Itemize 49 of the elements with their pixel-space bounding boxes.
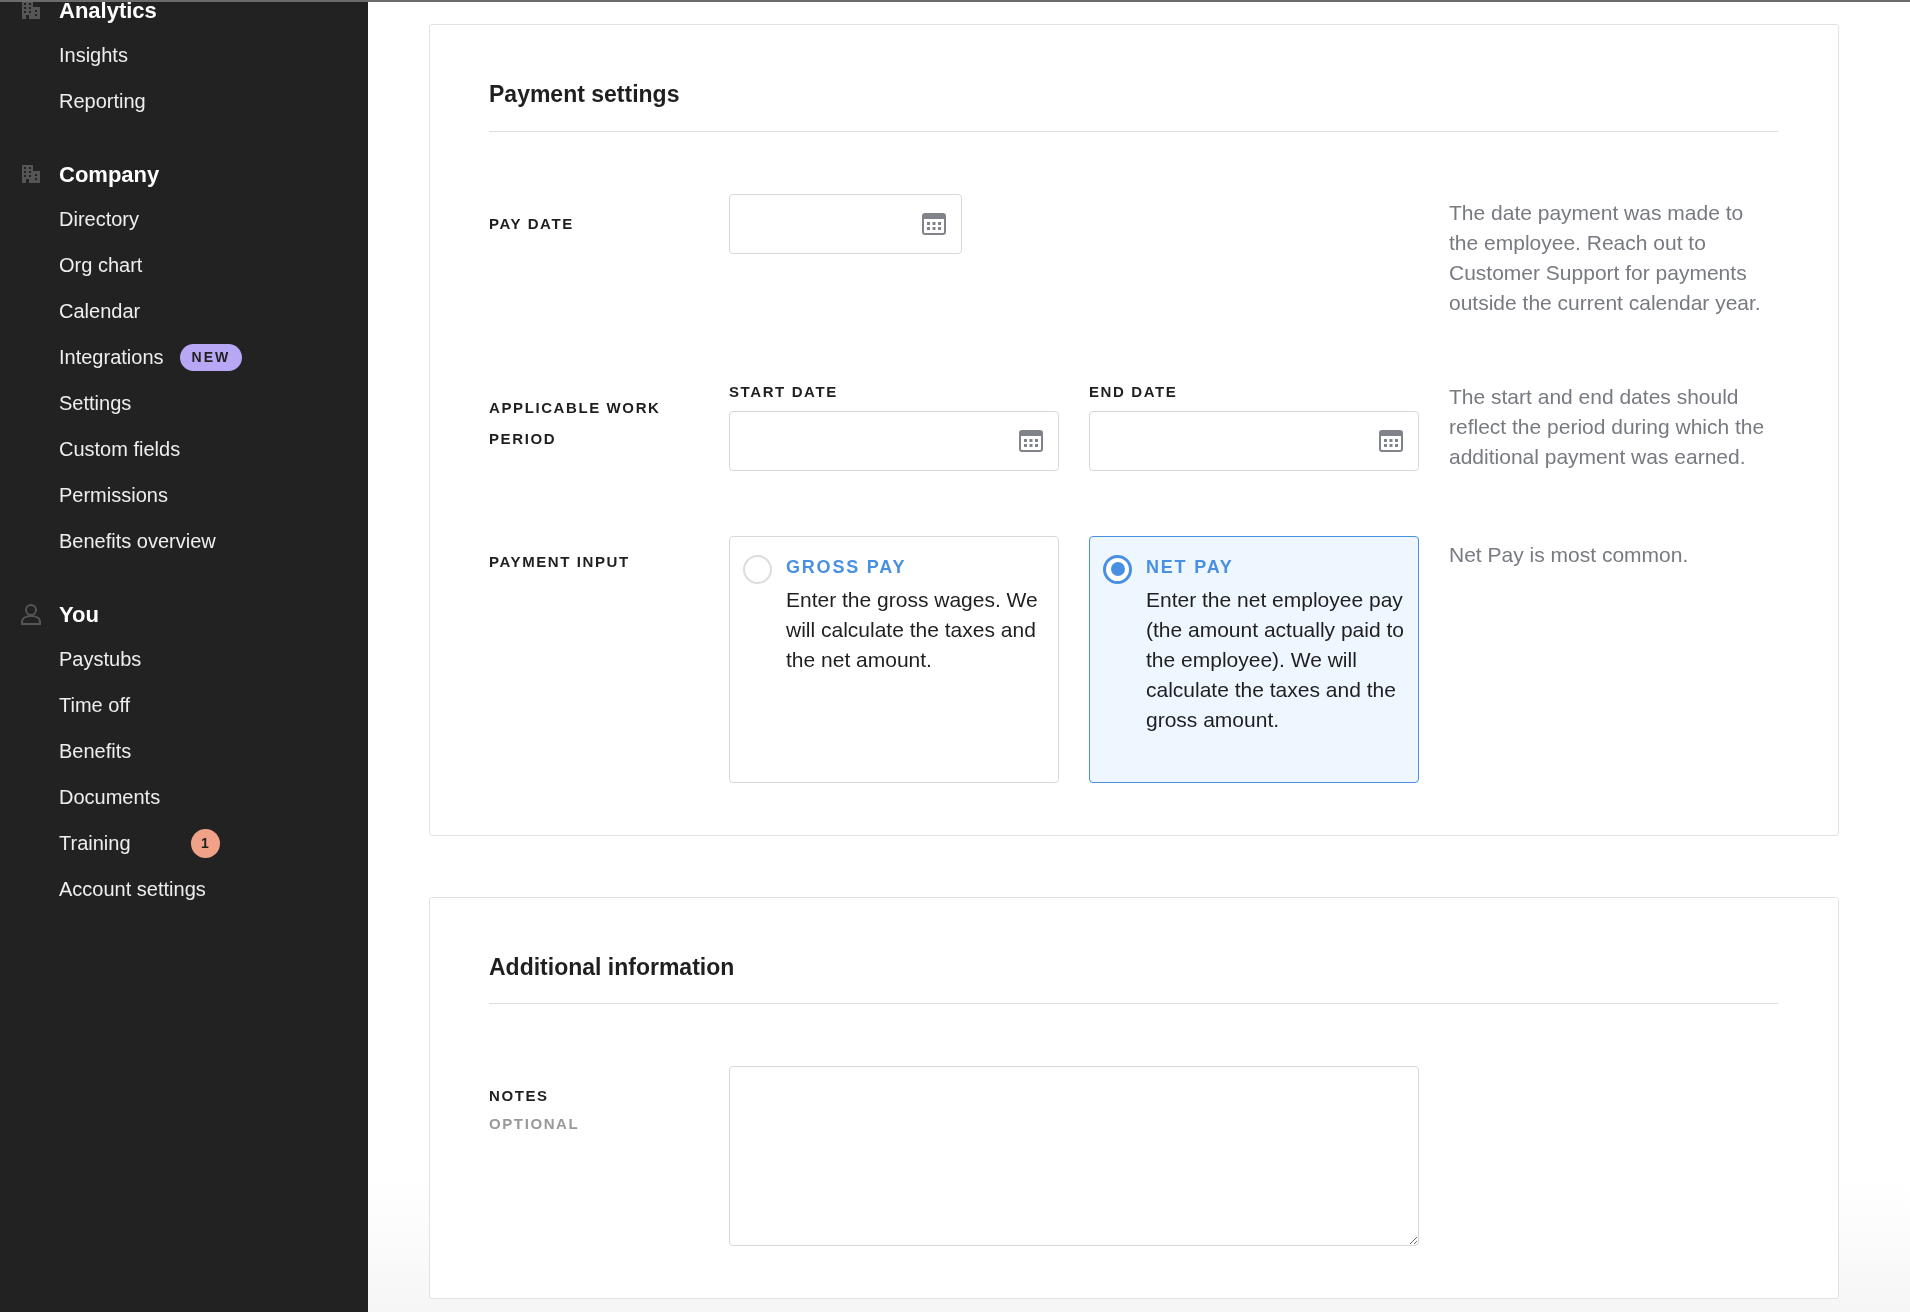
calendar-icon[interactable] bbox=[1378, 427, 1404, 454]
section-heading: Company bbox=[59, 160, 160, 189]
field-label: APPLICABLE WORK PERIOD bbox=[489, 397, 662, 449]
radio-option-card[interactable]: GROSS PAY Enter the gross wages. We will calculate the taxes and the net amount. bbox=[729, 535, 1059, 783]
nav-link[interactable]: Directory bbox=[59, 204, 139, 234]
nav-link[interactable]: Permissions bbox=[59, 480, 168, 510]
option-title: NET PAY bbox=[1146, 555, 1235, 579]
nav-link[interactable]: Custom fields bbox=[59, 434, 181, 464]
field-label: PAYMENT INPUT bbox=[489, 551, 631, 572]
option-title: GROSS PAY bbox=[786, 555, 908, 579]
nav-link[interactable]: Documents bbox=[59, 782, 161, 812]
nav-link[interactable]: Integrations bbox=[59, 342, 164, 372]
nav-link[interactable]: Settings bbox=[59, 388, 132, 418]
nav-link[interactable]: Paystubs bbox=[59, 644, 142, 674]
nav-link[interactable]: Benefits overview bbox=[59, 526, 216, 556]
section-heading: Analytics bbox=[59, 2, 157, 25]
building-icon bbox=[20, 163, 42, 185]
date-field[interactable] bbox=[1089, 410, 1419, 471]
nav-link[interactable]: Account settings bbox=[59, 874, 206, 904]
date-field[interactable] bbox=[729, 410, 1059, 471]
option-description: Enter the net employee pay (the amount actually paid to the employee). We will calculate the taxes and the gross amount. bbox=[1146, 586, 1404, 733]
nav-link[interactable]: Training bbox=[59, 828, 131, 858]
field-label: PAY DATE bbox=[489, 213, 575, 234]
help-text: The date payment was made to the employee. Reach out to Customer Support for payments outside the current calendar year. bbox=[1449, 199, 1762, 316]
option-description: Enter the gross wages. We will calculate the taxes and the net amount. bbox=[786, 586, 1039, 673]
notification-count: 1 bbox=[190, 828, 220, 858]
radio-button[interactable] bbox=[1103, 554, 1132, 584]
new-badge: NEW bbox=[179, 343, 243, 371]
calendar-icon[interactable] bbox=[1018, 427, 1044, 454]
nav-link[interactable]: Reporting bbox=[59, 86, 146, 116]
nav-link[interactable]: Benefits bbox=[59, 736, 132, 766]
nav-link[interactable]: Time off bbox=[59, 690, 131, 720]
notes-field[interactable] bbox=[729, 1066, 1419, 1247]
section-heading: You bbox=[59, 600, 99, 629]
optional-label: OPTIONAL bbox=[489, 1114, 581, 1135]
nav-link[interactable]: Org chart bbox=[59, 250, 143, 280]
section-title: Payment settings bbox=[489, 81, 681, 109]
radio-option-card[interactable]: NET PAY Enter the net employee pay (the amount actually paid to the employee). We will calculate the taxes and the gross amount. bbox=[1089, 535, 1419, 783]
nav-link[interactable]: Calendar bbox=[59, 296, 141, 326]
help-text: The start and end dates should reflect the period during which the additional payment was earned. bbox=[1449, 383, 1766, 470]
person-icon bbox=[20, 603, 42, 625]
section-title: Additional information bbox=[489, 953, 736, 982]
field-label: NOTES bbox=[489, 1086, 550, 1107]
calendar-icon[interactable] bbox=[921, 210, 947, 237]
field-label: START DATE bbox=[729, 381, 839, 401]
date-field[interactable] bbox=[729, 193, 962, 254]
field-label: END DATE bbox=[1089, 381, 1179, 401]
nav-link[interactable]: Insights bbox=[59, 40, 128, 70]
help-text: Net Pay is most common. bbox=[1449, 541, 1690, 568]
